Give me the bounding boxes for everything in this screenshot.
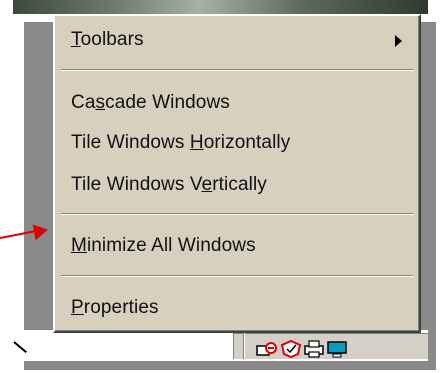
menu-item-tile-vertically[interactable]: Tile Windows Vertically xyxy=(71,170,267,200)
menu-separator xyxy=(61,213,413,215)
submenu-arrow-icon xyxy=(395,35,402,47)
printer-icon[interactable] xyxy=(303,340,325,358)
network-icon[interactable] xyxy=(256,340,278,358)
menu-separator xyxy=(61,69,413,71)
menu-item-tile-horizontally[interactable]: Tile Windows Horizontally xyxy=(71,128,290,158)
antivirus-icon[interactable] xyxy=(280,340,302,358)
menu-item-minimize-all[interactable]: Minimize All Windows xyxy=(71,231,256,261)
desktop-background xyxy=(13,0,428,14)
menu-separator xyxy=(61,275,413,277)
menu-item-toolbars[interactable]: Toolbars xyxy=(71,25,144,55)
menu-item-properties[interactable]: Properties xyxy=(71,293,159,323)
menu-item-cascade-windows[interactable]: Cascade Windows xyxy=(71,88,230,118)
display-icon[interactable] xyxy=(326,340,348,358)
screenshot: Toolbars Cascade Windows Tile Windows Ho… xyxy=(0,0,441,373)
red-arrow-icon xyxy=(32,221,50,241)
tray-separator xyxy=(243,333,245,359)
taskbar-context-menu: Toolbars Cascade Windows Tile Windows Ho… xyxy=(53,14,421,333)
